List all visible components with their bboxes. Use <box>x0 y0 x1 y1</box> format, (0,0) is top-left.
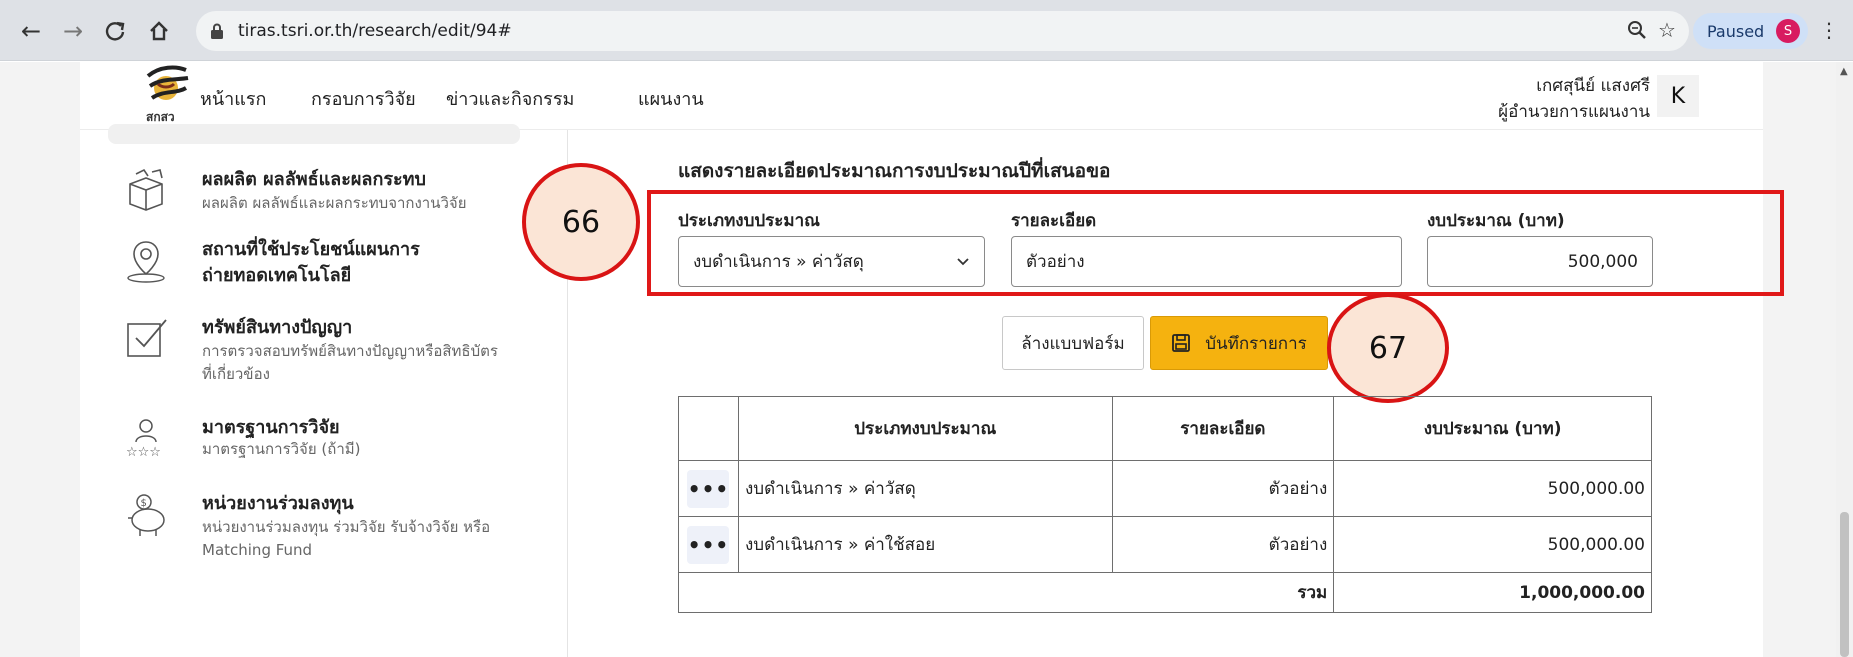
page-scrollbar[interactable]: ▲ <box>1836 62 1853 657</box>
sidebar-item-research-standards[interactable]: ☆☆☆ มาตรฐานการวิจัย มาตรฐานการวิจัย (ถ้า… <box>122 412 542 472</box>
save-item-label: บันทึกรายการ <box>1205 333 1307 354</box>
row-more-button[interactable]: ••• <box>687 469 730 508</box>
total-amount: 1,000,000.00 <box>1333 572 1652 613</box>
url-text: tiras.tsri.or.th/research/edit/94# <box>238 21 512 41</box>
row-action-cell: ••• <box>678 516 739 573</box>
sidebar-item-desc: การตรวจสอบทรัพย์สินทางปัญญาหรือสิทธิบัตร… <box>202 342 498 383</box>
table-header-amount: งบประมาณ (บาท) <box>1333 396 1652 461</box>
home-icon[interactable] <box>144 16 174 46</box>
table-row: ••• งบดำเนินการ » ค่าวัสดุ ตัวอย่าง 500,… <box>678 460 1652 517</box>
forward-icon[interactable]: → <box>58 16 88 46</box>
user-name: เกศสุนีย์ แสงศรี <box>1536 76 1650 96</box>
paused-label: Paused <box>1707 21 1765 41</box>
sidebar-item-title: หน่วยงานร่วมลงทุน <box>202 493 354 514</box>
sidebar-item-desc: มาตรฐานการวิจัย (ถ้ามี) <box>202 440 361 458</box>
row-detail: ตัวอย่าง <box>1111 516 1335 573</box>
zoom-icon[interactable] <box>1623 16 1651 44</box>
row-action-cell: ••• <box>678 460 739 517</box>
save-item-button[interactable]: บันทึกรายการ <box>1150 316 1328 370</box>
nav-research-framework[interactable]: กรอบการวิจัย <box>311 84 416 113</box>
scroll-up-icon[interactable]: ▲ <box>1840 66 1848 77</box>
highlight-frame <box>647 190 1784 296</box>
sidebar-item-intellectual-property[interactable]: ทรัพย์สินทางปัญญา การตรวจสอบทรัพย์สินทาง… <box>122 312 542 392</box>
table-header-detail: รายละเอียด <box>1111 396 1335 461</box>
section-title: แสดงรายละเอียดประมาณการงบประมาณปีที่เสนอ… <box>678 160 1111 182</box>
svg-text:☆☆☆: ☆☆☆ <box>126 445 161 460</box>
budget-table: ประเภทงบประมาณ รายละเอียด งบประมาณ (บาท)… <box>677 396 1652 613</box>
back-icon[interactable]: ← <box>16 16 46 46</box>
nav-work-plan[interactable]: แผนงาน <box>638 84 704 113</box>
row-amount: 500,000.00 <box>1333 460 1652 517</box>
sidebar-previous-item[interactable] <box>108 124 520 144</box>
sidebar-item-outputs[interactable]: ผลผลิต ผลลัพธ์และผลกระทบ ผลผลิต ผลลัพธ์แ… <box>122 164 542 244</box>
address-bar[interactable]: tiras.tsri.or.th/research/edit/94# <box>196 11 1689 51</box>
profile-avatar: S <box>1776 19 1800 43</box>
location-pin-icon <box>122 236 170 284</box>
rating-person-icon: ☆☆☆ <box>122 414 170 462</box>
nav-home[interactable]: หน้าแรก <box>200 84 266 113</box>
sidebar-item-title: มาตรฐานการวิจัย <box>202 417 340 438</box>
sidebar-item-co-investment[interactable]: $ หน่วยงานร่วมลงทุน หน่วยงานร่วมลงทุน ร่… <box>122 488 542 568</box>
sidebar-item-desc: ผลผลิต ผลลัพธ์และผลกระทบจากงานวิจัย <box>202 194 467 212</box>
scroll-thumb[interactable] <box>1840 512 1849 657</box>
site-header: สกสว หน้าแรก กรอบการวิจัย ข่าวและกิจกรรม… <box>80 62 1763 130</box>
row-more-button[interactable]: ••• <box>687 525 730 564</box>
row-type: งบดำเนินการ » ค่าวัสดุ <box>737 460 1113 517</box>
row-detail: ตัวอย่าง <box>1111 460 1335 517</box>
row-amount: 500,000.00 <box>1333 516 1652 573</box>
callout-67: 67 <box>1327 293 1449 403</box>
save-disk-icon <box>1171 333 1191 353</box>
checkbox-icon <box>122 314 170 362</box>
table-header-type: ประเภทงบประมาณ <box>737 396 1113 461</box>
svg-text:$: $ <box>141 498 147 509</box>
table-row: ••• งบดำเนินการ » ค่าใช้สอย ตัวอย่าง 500… <box>678 516 1652 573</box>
callout-66: 66 <box>522 163 640 281</box>
box-icon <box>122 166 170 214</box>
sidebar-item-title: ผลผลิต ผลลัพธ์และผลกระทบ <box>202 169 426 190</box>
sidebar-item-title-line2: ถ่ายทอดเทคโนโลยี <box>202 265 352 286</box>
sidebar-item-utilization[interactable]: สถานที่ใช้ประโยชน์แผนการ ถ่ายทอดเทคโนโลย… <box>122 234 542 304</box>
profile-paused-button[interactable]: Paused S <box>1693 13 1808 49</box>
sidebar-item-title-line1: สถานที่ใช้ประโยชน์แผนการ <box>202 239 420 260</box>
nav-news-activities[interactable]: ข่าวและกิจกรรม <box>446 84 574 113</box>
lock-icon <box>210 22 228 40</box>
total-label: รวม <box>677 572 1335 613</box>
user-role: ผู้อำนวยการแผนงาน <box>1498 102 1650 122</box>
piggy-bank-icon: $ <box>122 490 170 538</box>
table-header-row: ประเภทงบประมาณ รายละเอียด งบประมาณ (บาท) <box>678 396 1652 461</box>
browser-menu-icon[interactable]: ⋮ <box>1815 16 1843 44</box>
user-avatar[interactable]: K <box>1657 75 1699 117</box>
sidebar: ผลผลิต ผลลัพธ์และผลกระทบ ผลผลิต ผลลัพธ์แ… <box>80 124 568 657</box>
bookmark-star-icon[interactable]: ☆ <box>1653 16 1681 44</box>
clear-form-button[interactable]: ล้างแบบฟอร์ม <box>1002 316 1144 370</box>
sidebar-item-desc: หน่วยงานร่วมลงทุน ร่วมวิจัย รับจ้างวิจัย… <box>202 518 491 559</box>
table-total-row: รวม 1,000,000.00 <box>677 572 1652 613</box>
table-header-actions <box>678 396 739 461</box>
sidebar-item-title: ทรัพย์สินทางปัญญา <box>202 317 353 338</box>
row-type: งบดำเนินการ » ค่าใช้สอย <box>737 516 1113 573</box>
browser-chrome: ← → tiras.tsri.or.th/research/edit/94# ☆… <box>0 0 1853 61</box>
reload-icon[interactable] <box>100 16 130 46</box>
